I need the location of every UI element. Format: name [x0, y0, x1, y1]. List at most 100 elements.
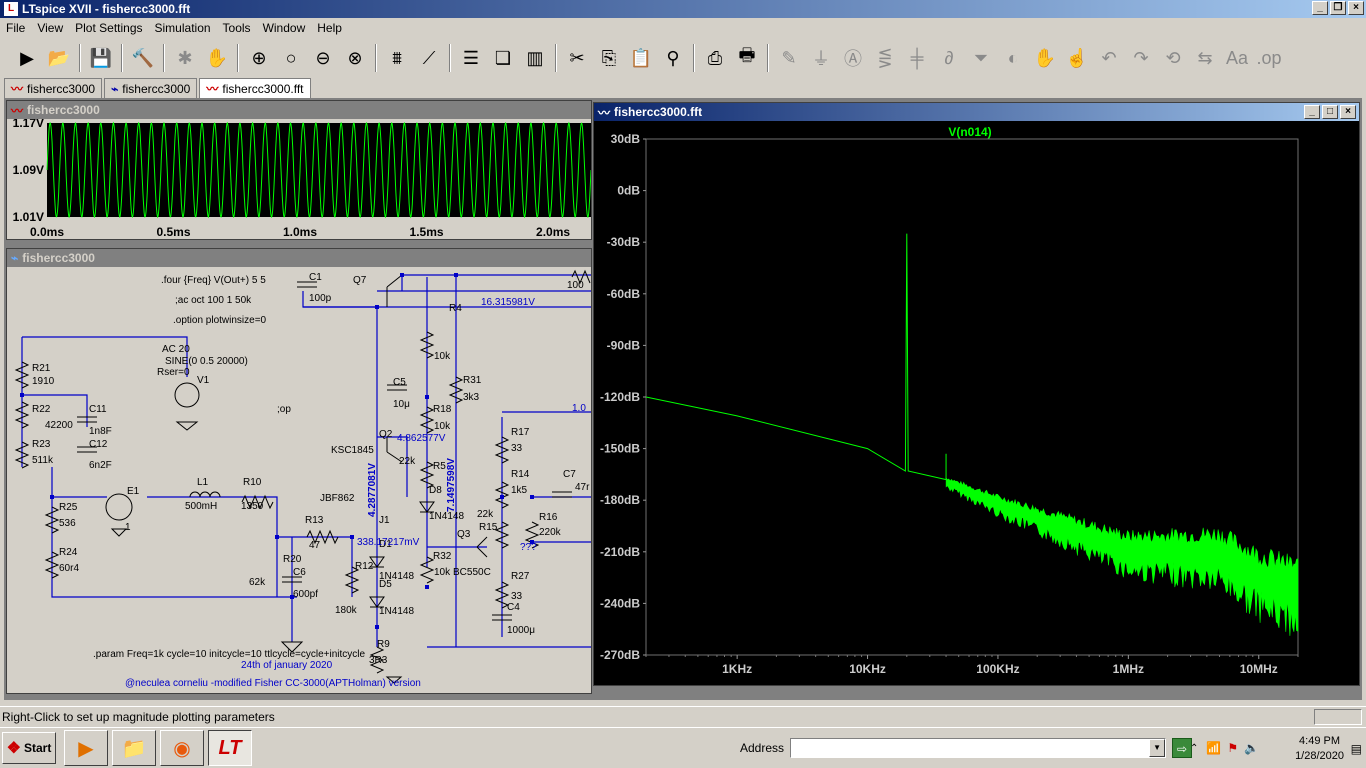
label-q3: Q3	[457, 529, 471, 540]
tray-expand-icon[interactable]: ⌃	[1190, 743, 1198, 754]
label-c12: C12	[89, 439, 108, 450]
address-input[interactable]: ▼	[790, 738, 1167, 758]
waveform-window[interactable]: 〰 fishercc3000 1.17V 1.09V 1.01V 0.0ms 0.5m…	[6, 100, 592, 240]
schematic-window-titlebar[interactable]: ⌁ fishercc3000	[7, 249, 591, 267]
fft-minimize-button[interactable]: _	[1304, 105, 1320, 119]
capacitor-icon[interactable]: ╪	[902, 43, 932, 73]
menu-window[interactable]: Window	[257, 21, 312, 35]
tile-horizontal-icon[interactable]: ☰	[456, 43, 486, 73]
label-c4: C4	[507, 602, 520, 613]
menu-view[interactable]: View	[31, 21, 69, 35]
cut-icon[interactable]: ✂	[562, 43, 592, 73]
label-r5-val: 22k	[399, 456, 416, 467]
tab-fft[interactable]: 〰 fishercc3000.fft	[199, 78, 311, 98]
fft-y-tick: -270dB	[600, 648, 640, 662]
open-icon[interactable]: 📂	[44, 43, 74, 73]
waveform-window-titlebar[interactable]: 〰 fishercc3000	[7, 101, 591, 119]
note-author[interactable]: @neculea corneliu -modified Fisher CC-30…	[125, 678, 421, 689]
note-date[interactable]: 24th of january 2020	[241, 660, 333, 671]
cascade-icon[interactable]: ❏	[488, 43, 518, 73]
pan-icon[interactable]: ✋	[202, 43, 232, 73]
schematic-canvas[interactable]: .four {Freq} V(Out+) 5 5 ;ac oct 100 1 5…	[7, 267, 591, 693]
directive-option[interactable]: .option plotwinsize=0	[173, 315, 267, 326]
spice-directive-icon[interactable]: .op	[1254, 43, 1284, 73]
directive-param[interactable]: .param Freq=1k cycle=10 initcycle=10 ttl…	[93, 649, 366, 660]
node-voltage-j1: 338.17217mV	[357, 537, 420, 548]
taskbar-media-player[interactable]: ▶	[64, 730, 108, 766]
schematic-window[interactable]: ⌁ fishercc3000 .four {Freq} V(Out+) 5 5 …	[6, 248, 592, 694]
menu-help[interactable]: Help	[311, 21, 348, 35]
resistor-icon[interactable]: ⋚	[870, 43, 900, 73]
directive-op[interactable]: ;op	[277, 404, 291, 415]
zoom-in-icon[interactable]: ⊕	[244, 43, 274, 73]
halt-icon[interactable]: ✱	[170, 43, 200, 73]
fft-trace-label[interactable]: V(n014)	[948, 125, 991, 139]
label-r23-val: 511k	[32, 455, 54, 466]
label-r10-val: 1350	[241, 501, 264, 512]
fft-close-button[interactable]: ×	[1340, 105, 1356, 119]
security-icon[interactable]: ⚑	[1227, 741, 1238, 755]
copy-icon[interactable]: ⎘	[594, 43, 624, 73]
redo-icon[interactable]: ↷	[1126, 43, 1156, 73]
menu-bar: File View Plot Settings Simulation Tools…	[0, 18, 1366, 38]
paste-icon[interactable]: 📋	[626, 43, 656, 73]
draw-wire-icon[interactable]: ✎	[774, 43, 804, 73]
tab-waveform[interactable]: 〰 fishercc3000	[4, 78, 103, 98]
taskbar-explorer[interactable]: 📁	[112, 730, 156, 766]
tile-vertical-icon[interactable]: ▥	[520, 43, 550, 73]
zoom-cancel-icon[interactable]: ⊗	[340, 43, 370, 73]
mirror-icon[interactable]: ⇆	[1190, 43, 1220, 73]
volume-icon[interactable]: 🔈	[1244, 741, 1259, 755]
menu-file[interactable]: File	[0, 21, 31, 35]
autorange-icon[interactable]: ⩩	[382, 43, 412, 73]
waveform-plot[interactable]: 1.17V 1.09V 1.01V 0.0ms 0.5ms 1.0ms 1.5ms 2.0m…	[7, 119, 591, 239]
zoom-fit-icon[interactable]: ○	[276, 43, 306, 73]
node-voltage-q2: 4.862577V	[397, 433, 446, 444]
start-button[interactable]: ❖ Start	[2, 732, 56, 764]
undo-icon[interactable]: ↶	[1094, 43, 1124, 73]
clock-time: 4:49 PM	[1299, 735, 1341, 747]
save-icon[interactable]: 💾	[86, 43, 116, 73]
notification-icon[interactable]: ▤	[1351, 742, 1362, 756]
wave-x-tick: 2.0ms	[536, 225, 570, 239]
find-icon[interactable]: ⚲	[658, 43, 688, 73]
address-dropdown-icon[interactable]: ▼	[1149, 739, 1166, 757]
fft-x-tick: 10KHz	[849, 662, 886, 676]
system-tray: ⌃ 📶 ⚑ 🔈 4:49 PM 1/28/2020 ▤	[1186, 730, 1366, 766]
label-r25-val: 536	[59, 518, 76, 529]
fft-window[interactable]: 〰 fishercc3000.fft _ □ × V(n014) 30dB 0dB…	[593, 102, 1360, 686]
network-icon[interactable]: 📶	[1206, 741, 1221, 755]
cursor-icon[interactable]: ⟋	[414, 43, 444, 73]
component-icon[interactable]: ◐	[998, 43, 1028, 73]
close-button[interactable]: ×	[1348, 1, 1364, 15]
move-icon[interactable]: ✋	[1030, 43, 1060, 73]
menu-tools[interactable]: Tools	[217, 21, 257, 35]
menu-plot-settings[interactable]: Plot Settings	[69, 21, 148, 35]
taskbar-ltspice[interactable]: LT	[208, 730, 252, 766]
drag-icon[interactable]: ☝	[1062, 43, 1092, 73]
rotate-icon[interactable]: ⟲	[1158, 43, 1188, 73]
node-voltage-q7: 16.315981V	[481, 297, 535, 308]
restore-button[interactable]: ❐	[1330, 1, 1346, 15]
minimize-button[interactable]: _	[1312, 1, 1328, 15]
control-panel-icon[interactable]: 🔨	[128, 43, 158, 73]
fft-window-titlebar[interactable]: 〰 fishercc3000.fft _ □ ×	[594, 103, 1359, 121]
fft-maximize-button[interactable]: □	[1322, 105, 1338, 119]
clock[interactable]: 4:49 PM 1/28/2020	[1295, 734, 1344, 764]
diode-icon[interactable]: ⏷	[966, 43, 996, 73]
menu-simulation[interactable]: Simulation	[149, 21, 217, 35]
directive-ac[interactable]: ;ac oct 100 1 50k	[175, 295, 252, 306]
ground-icon[interactable]: ⏚	[806, 43, 836, 73]
print-setup-icon[interactable]: ⎙	[700, 43, 730, 73]
fft-plot[interactable]: V(n014) 30dB 0dB -30dB -60dB -90dB -120dB -150…	[594, 121, 1359, 685]
inductor-icon[interactable]: ∂	[934, 43, 964, 73]
directive-four[interactable]: .four {Freq} V(Out+) 5 5	[161, 275, 266, 286]
label-icon[interactable]: Ⓐ	[838, 43, 868, 73]
run-icon[interactable]: ▶	[12, 43, 42, 73]
print-icon[interactable]: 🖶	[732, 43, 762, 73]
tab-schematic[interactable]: ⌁ fishercc3000	[104, 78, 198, 98]
taskbar-firefox[interactable]: ◉	[160, 730, 204, 766]
label-c1: C1	[309, 272, 322, 283]
zoom-out-icon[interactable]: ⊖	[308, 43, 338, 73]
text-icon[interactable]: Aa	[1222, 43, 1252, 73]
